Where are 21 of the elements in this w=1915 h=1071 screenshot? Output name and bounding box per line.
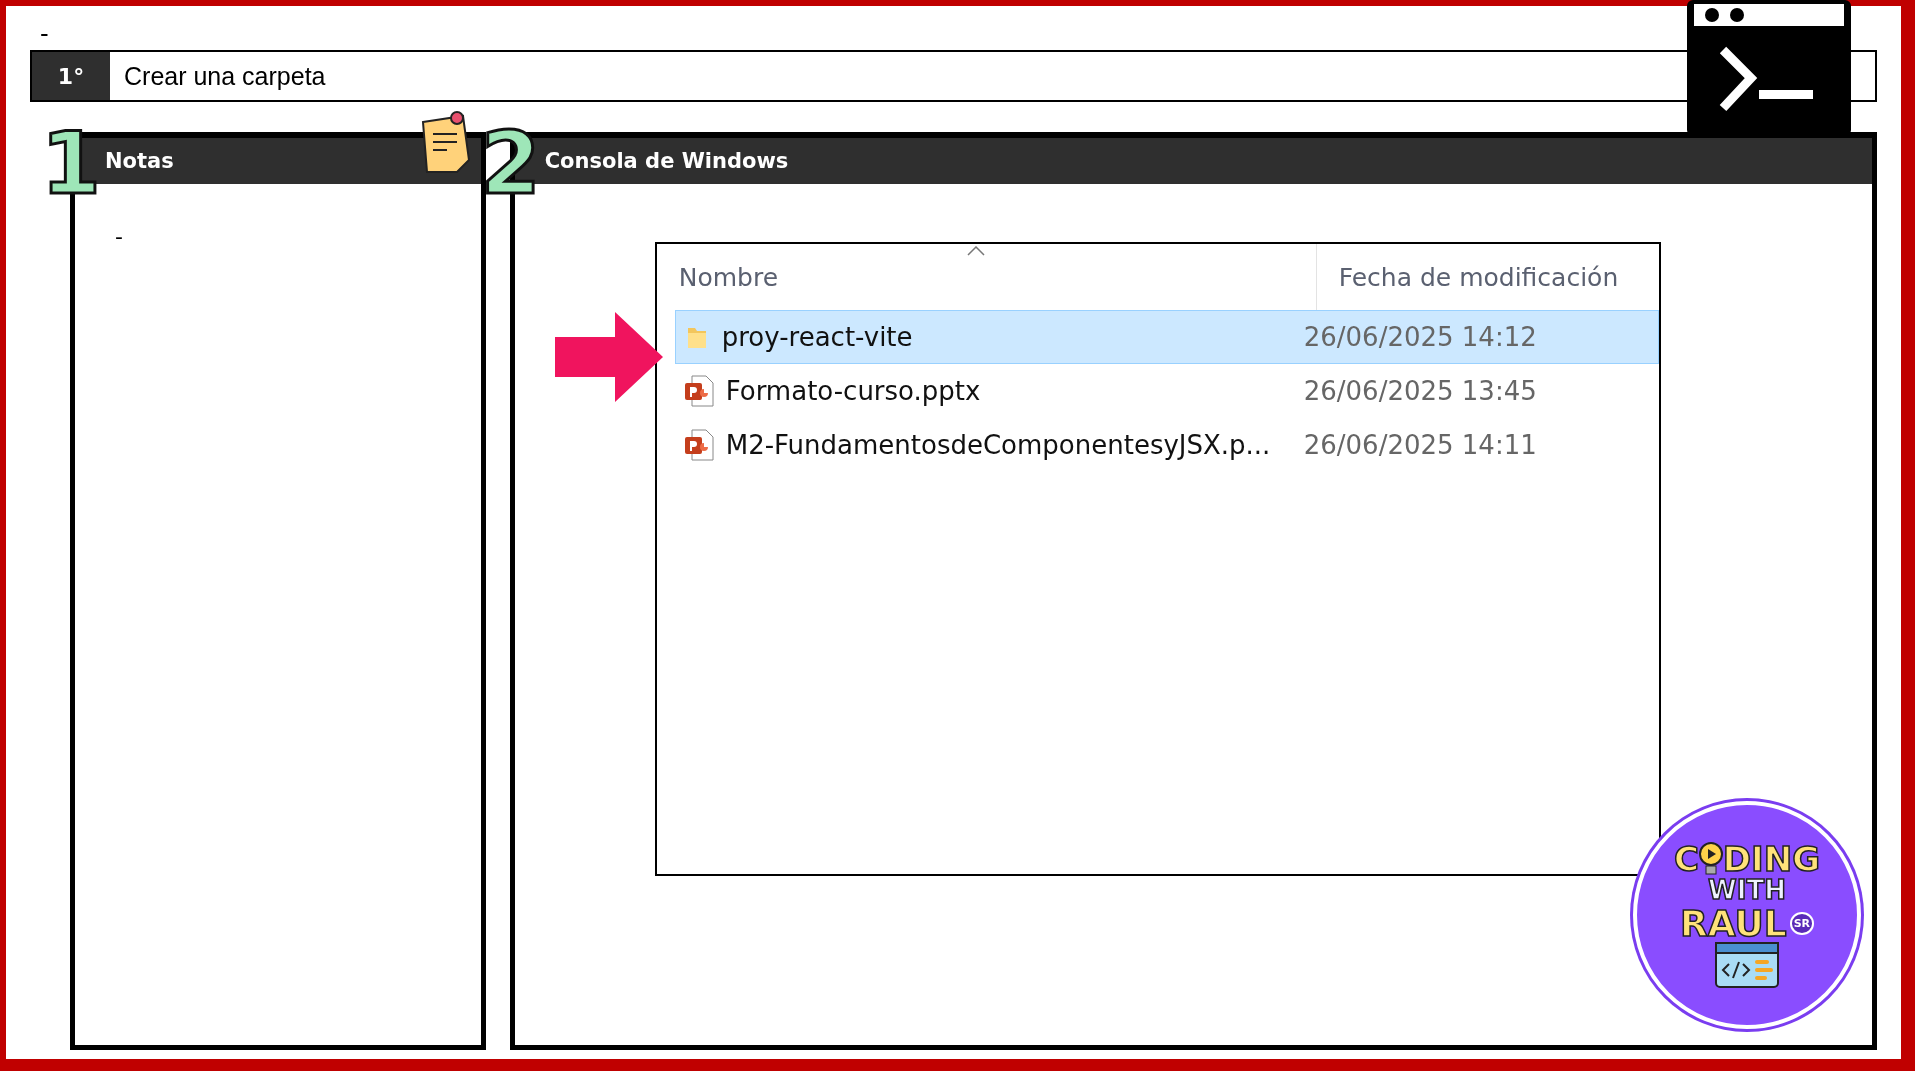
- file-name: proy-react-vite: [721, 322, 913, 352]
- file-date: 26/06/2025 14:12: [1303, 322, 1537, 352]
- file-date: 26/06/2025 14:11: [1303, 430, 1537, 460]
- logo-text: WITH: [1708, 877, 1786, 905]
- column-header[interactable]: Fecha de modificación: [1316, 244, 1657, 310]
- logo-text: C: [1673, 841, 1699, 878]
- step-number: 1°: [32, 52, 110, 100]
- logo-text: DING: [1722, 841, 1821, 878]
- file-row[interactable]: proy-react-vite 26/06/2025 14:12: [674, 310, 1659, 364]
- panel-title: Consola de Windows: [544, 149, 789, 173]
- step-title: Crear una carpeta: [123, 60, 327, 92]
- file-row[interactable]: M2-FundamentosdeComponentesyJSX.p... 26/06/2025 14:11: [674, 418, 1659, 472]
- file-name: Formato-curso.pptx: [725, 376, 981, 406]
- file-date: 26/06/2025 13:45: [1303, 376, 1537, 406]
- note-text: -: [39, 20, 50, 50]
- file-row[interactable]: Formato-curso.pptx 26/06/2025 13:45: [674, 364, 1659, 418]
- file-name: M2-FundamentosdeComponentesyJSX.p...: [725, 430, 1271, 460]
- logo-text: RAUL: [1679, 904, 1787, 943]
- panel-title: Notas: [105, 149, 174, 173]
- notes-text: -: [114, 223, 124, 251]
- logo-badge: SR: [1789, 912, 1815, 935]
